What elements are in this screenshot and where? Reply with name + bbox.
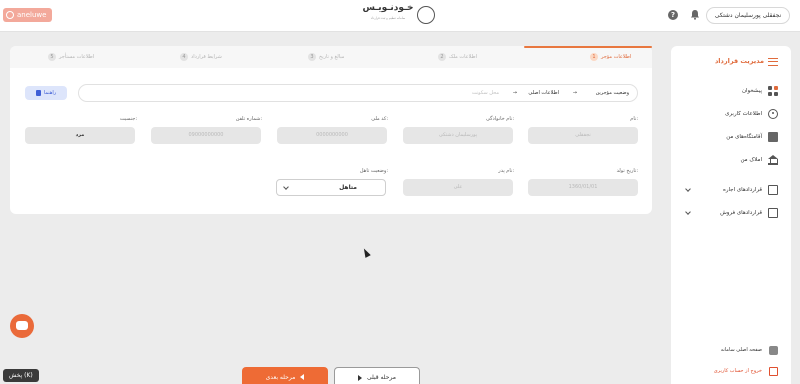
sidebar-item-rental-contracts[interactable]: قراردادهای اجاره [680,185,780,197]
chevron-down-icon [685,186,691,192]
sidebar-item-label: آقامتگاه‌های من [726,134,762,140]
dashboard-icon [768,86,778,96]
national-id-label: کد ملی: [371,116,388,122]
help-button[interactable]: راهنما [25,86,67,100]
logo[interactable]: خـودنـویـس سامانه تنظیم و ثبت قرارداد [362,3,438,29]
user-icon [768,109,778,119]
logout-label: خروج از حساب کاربری [713,368,762,374]
sidebar-item-my-residences[interactable]: آقامتگاه‌های من [680,132,780,144]
sidebar-item-label: اطلاعات کاربری [725,111,762,117]
breadcrumb: وضعیت مؤجرین → اطلاعات اصلی → محل سکونت [78,84,638,102]
national-id-field[interactable]: 0000000000 [277,127,387,144]
recording-badge: aneluwe [3,8,53,22]
logout-link[interactable]: خروج از حساب کاربری [680,366,780,378]
step-number: 2 [438,53,446,61]
step-label: اطلاعات مؤجر [601,54,632,60]
home-link-label: صفحه اصلی سامانه [720,347,762,353]
birth-date-label: تاریخ تولد: [616,168,638,174]
breadcrumb-arrow-icon: → [572,90,577,96]
chat-icon[interactable] [10,314,34,338]
logo-emblem-icon [417,6,435,24]
step-number: 1 [590,53,598,61]
step-amounts-date[interactable]: 3 مبالغ و تاریخ [308,46,344,68]
sidebar-item-label: قراردادهای فروش [720,210,762,216]
previous-step-label: مرحله قبلی [366,374,396,381]
sidebar-item-label: قراردادهای اجاره [722,187,762,193]
arrow-right-icon [357,374,362,381]
step-label: مبالغ و تاریخ [319,54,345,60]
arrow-left-icon [300,374,305,380]
breadcrumb-residence[interactable]: محل سکونت [472,85,499,101]
step-label: شرایط قرارداد [191,54,222,60]
name-field[interactable]: نجفقلی [528,127,638,144]
bell-icon[interactable] [690,9,700,20]
marital-status-label: وضعیت تاهل: [359,168,388,174]
marital-status-select[interactable]: متاهل [276,179,386,196]
breadcrumb-status[interactable]: وضعیت مؤجرین [596,85,629,101]
menu-icon[interactable] [768,58,778,66]
step-tenant-info[interactable]: 5 اطلاعات مستأجر [48,46,94,68]
building-icon [768,132,778,142]
chevron-down-icon [685,209,691,215]
breadcrumb-arrow-icon: → [512,90,517,96]
mouse-cursor-icon [361,247,371,258]
father-name-label: نام پدر: [498,168,514,174]
step-contract-terms[interactable]: 4 شرایط قرارداد [180,46,222,68]
logout-icon [769,367,778,376]
logo-text: خـودنـویـس [362,3,414,13]
step-number: 5 [48,53,56,61]
recording-label: aneluwe [17,11,47,19]
bank-icon [768,155,778,165]
play-badge[interactable]: پخش (K) [3,369,39,382]
breadcrumb-main[interactable]: اطلاعات اصلی [528,85,559,101]
previous-step-button[interactable]: مرحله قبلی [334,367,420,384]
chevron-down-icon [283,184,289,190]
next-step-label: مرحله بعدی [265,373,296,381]
father-name-field[interactable]: علی [403,179,513,196]
birth-date-field[interactable]: 1360/01/01 [528,179,638,196]
sidebar-item-my-properties[interactable]: املاک من [680,155,780,167]
document-icon [768,185,778,195]
sidebar-item-sales-contracts[interactable]: قراردادهای فروش [680,208,780,220]
sidebar-item-label: پیشخوان [741,88,762,94]
name-label: نام: [630,116,638,122]
step-label: اطلاعات مستأجر [59,54,95,60]
phone-label: شماره تلفن: [235,116,262,122]
family-name-field[interactable]: پورسلیمان دشتکی [403,127,513,144]
document-icon [768,208,778,218]
step-number: 3 [308,53,316,61]
phone-field[interactable]: 09000000000 [151,127,261,144]
sidebar-title: مدیریت قرارداد [714,57,764,65]
gender-field[interactable]: مرد [25,127,135,144]
help-icon[interactable]: ? [668,10,678,20]
help-button-label: راهنما [43,90,57,96]
record-icon [6,11,14,19]
step-number: 4 [180,53,188,61]
logo-subtitle: سامانه تنظیم و ثبت قرارداد [370,16,406,20]
active-step-indicator [524,46,652,48]
sidebar-item-dashboard[interactable]: پیشخوان [680,86,780,98]
family-name-label: نام خانوادگی: [485,116,514,122]
home-icon [769,346,778,355]
step-property-info[interactable]: 2 اطلاعات ملک [438,46,477,68]
step-label: اطلاعات ملک [449,54,477,60]
top-bar: aneluwe خـودنـویـس سامانه تنظیم و ثبت قر… [0,0,800,32]
gender-label: جنسیت: [119,116,137,122]
marital-status-value: متاهل [339,184,357,191]
user-menu-button[interactable]: نجفقلی پورسلیمان دشتکی [706,7,790,24]
sidebar-home-link[interactable]: صفحه اصلی سامانه [680,345,780,357]
sidebar-item-user-info[interactable]: اطلاعات کاربری [680,109,780,121]
next-step-button[interactable]: مرحله بعدی [242,367,328,384]
step-landlord-info[interactable]: 1 اطلاعات مؤجر [590,46,631,68]
sidebar-item-label: املاک من [740,157,762,163]
book-icon [35,90,41,96]
stepper: 1 اطلاعات مؤجر 2 اطلاعات ملک 3 مبالغ و ت… [10,46,652,68]
